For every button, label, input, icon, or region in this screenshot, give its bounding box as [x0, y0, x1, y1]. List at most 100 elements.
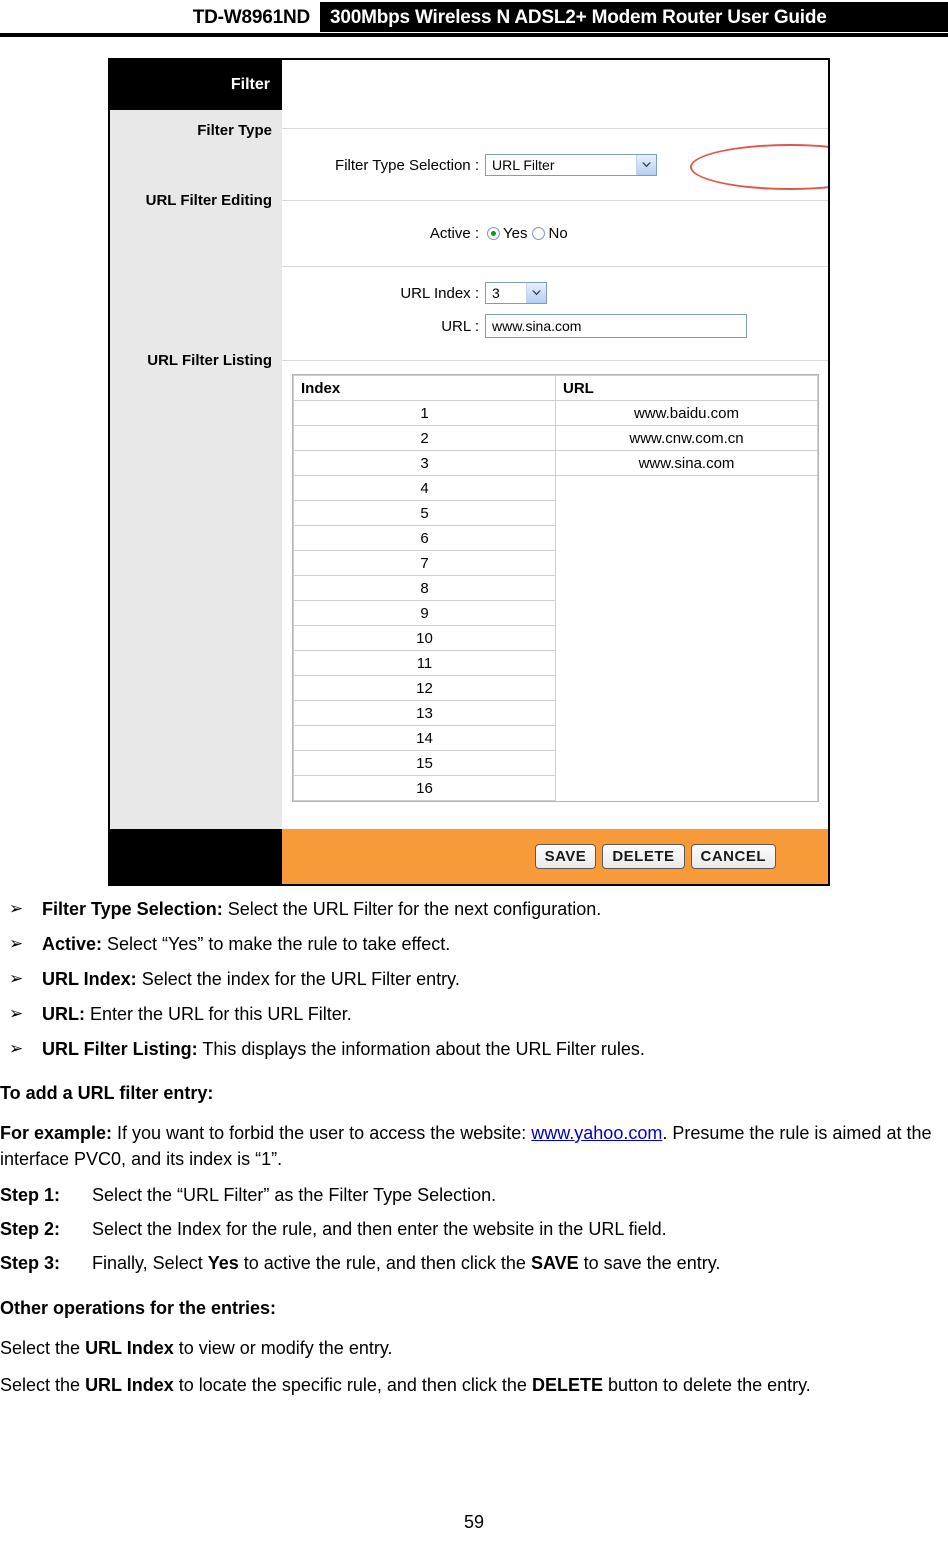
active-radio-yes[interactable]: Yes — [487, 225, 527, 242]
other-operation-delete: Select the URL Index to locate the speci… — [0, 1372, 948, 1398]
footer-left-block — [110, 829, 282, 884]
url-index-label: URL Index : — [400, 284, 479, 302]
filter-type-label: Filter Type Selection : — [335, 156, 479, 174]
cell-index: 12 — [293, 675, 556, 701]
arrow-bullet-icon: ➢ — [9, 899, 24, 918]
step-3-text-pre: Finally, Select — [92, 1253, 208, 1273]
router-ui-sidebar: Filter Filter Type URL Filter Editing UR… — [110, 60, 282, 829]
step-3-bold-yes: Yes — [207, 1253, 239, 1273]
router-web-ui-screenshot: Filter Filter Type URL Filter Editing UR… — [108, 58, 830, 886]
active-row: Active : Yes No — [282, 225, 828, 242]
step-2: Step 2: Select the Index for the rule, an… — [0, 1217, 948, 1241]
divider-line — [282, 360, 828, 361]
bullet-filter-type-selection: ➢ Filter Type Selection: Select the URL … — [0, 898, 948, 920]
other-op-2-bold-delete: DELETE — [531, 1375, 603, 1395]
divider-line — [282, 128, 828, 129]
other-op-1-bold: URL Index — [85, 1338, 174, 1358]
router-ui-footer: SAVE DELETE CANCEL — [110, 829, 828, 884]
url-row: URL : www.sina.com — [282, 314, 828, 338]
cell-index: 3 — [293, 450, 556, 476]
active-radio-group[interactable]: Yes No — [487, 225, 568, 242]
chevron-down-icon[interactable] — [636, 155, 656, 175]
bullet-term: Active: — [42, 934, 103, 954]
step-1-text: Select the “URL Filter” as the Filter Ty… — [92, 1185, 497, 1205]
section-label-url-filter-editing: URL Filter Editing — [145, 192, 272, 209]
cell-index: 5 — [293, 500, 556, 526]
chevron-down-icon[interactable] — [526, 283, 546, 303]
cell-index: 8 — [293, 575, 556, 601]
url-index-select-value: 3 — [492, 285, 500, 301]
url-index-select[interactable]: 3 — [485, 282, 547, 304]
url-input[interactable]: www.sina.com — [485, 314, 747, 338]
document-body-text: ➢ Filter Type Selection: Select the URL … — [0, 898, 948, 1409]
cell-index: 13 — [293, 700, 556, 726]
other-op-2-tail: button to delete the entry. — [602, 1375, 811, 1395]
cancel-button[interactable]: CANCEL — [690, 844, 776, 869]
bullet-text: Select “Yes” to make the rule to take ef… — [102, 934, 451, 954]
paragraph-for-example: For example: If you want to forbid the u… — [0, 1120, 948, 1172]
url-filter-listing-table: Index URL 1 www.baidu.com 2 www.cnw.com.… — [292, 374, 819, 802]
other-op-1-pre: Select the — [0, 1338, 86, 1358]
header-model-name: TD-W8961ND — [192, 7, 311, 28]
bullet-text: Enter the URL for this URL Filter. — [85, 1004, 352, 1024]
for-example-term: For example: — [0, 1123, 113, 1143]
header-guide-title: 300Mbps Wireless N ADSL2+ Modem Router U… — [330, 7, 827, 28]
filter-type-select-value: URL Filter — [492, 157, 555, 173]
cell-index: 16 — [293, 775, 556, 801]
section-label-url-filter-listing: URL Filter Listing — [147, 352, 272, 369]
step-3-text-mid: to active the rule, and then click the — [238, 1253, 531, 1273]
active-label: Active : — [429, 225, 479, 242]
arrow-bullet-icon: ➢ — [9, 1039, 24, 1058]
active-radio-no[interactable]: No — [532, 225, 568, 242]
filter-type-row: Filter Type Selection : URL Filter — [282, 154, 828, 176]
bullet-term: URL Filter Listing: — [42, 1039, 198, 1059]
cell-index: 15 — [293, 750, 556, 776]
bullet-url-filter-listing: ➢ URL Filter Listing: This displays the … — [0, 1038, 948, 1060]
radio-selected-icon[interactable] — [487, 227, 500, 240]
filter-type-select[interactable]: URL Filter — [485, 154, 657, 176]
footer-action-bar: SAVE DELETE CANCEL — [282, 829, 828, 884]
arrow-bullet-icon: ➢ — [9, 1004, 24, 1023]
bullet-term: URL: — [42, 1004, 85, 1024]
step-3: Step 3: Finally, Select Yes to active the… — [0, 1251, 948, 1275]
other-op-1-post: to view or modify the entry. — [173, 1338, 393, 1358]
page-number: 59 — [463, 1512, 485, 1532]
step-1-label: Step 1: — [0, 1185, 61, 1205]
cell-index: 4 — [293, 475, 556, 501]
panel-title-filter: Filter — [110, 60, 282, 110]
cell-url: www.sina.com — [555, 450, 818, 476]
column-header-index: Index — [293, 375, 556, 401]
delete-button[interactable]: DELETE — [602, 844, 685, 869]
table-row[interactable]: 4 — [293, 475, 818, 801]
bullet-url-index: ➢ URL Index: Select the index for the UR… — [0, 968, 948, 990]
cell-index: 14 — [293, 725, 556, 751]
url-filter-listing-body: 1 www.baidu.com 2 www.cnw.com.cn 3 www.s… — [293, 400, 818, 801]
step-3-bold-save: SAVE — [530, 1253, 579, 1273]
cell-index: 2 — [293, 425, 556, 451]
bullet-text: This displays the information about the … — [197, 1039, 645, 1059]
step-2-text: Select the Index for the rule, and then … — [92, 1219, 667, 1239]
other-op-2-pre: Select the — [0, 1375, 86, 1395]
header-underline — [0, 33, 948, 37]
divider-line — [282, 266, 828, 267]
other-op-2-mid: to locate the specific rule, and then cl… — [173, 1375, 532, 1395]
arrow-bullet-icon: ➢ — [9, 934, 24, 953]
save-button[interactable]: SAVE — [534, 844, 597, 869]
cell-index: 9 — [293, 600, 556, 626]
step-1: Step 1: Select the “URL Filter” as the Fi… — [0, 1183, 948, 1207]
cell-index: 10 — [293, 625, 556, 651]
table-row[interactable]: 2 www.cnw.com.cn — [293, 425, 818, 451]
bullet-url: ➢ URL: Enter the URL for this URL Filter… — [0, 1003, 948, 1025]
table-row[interactable]: 3 www.sina.com — [293, 450, 818, 476]
table-row[interactable]: 1 www.baidu.com — [293, 400, 818, 426]
cell-index: 1 — [293, 400, 556, 426]
other-operation-view-modify: Select the URL Index to view or modify t… — [0, 1335, 948, 1361]
bullet-text: Select the index for the URL Filter entr… — [136, 969, 460, 989]
cell-url: www.baidu.com — [555, 400, 818, 426]
yahoo-link[interactable]: www.yahoo.com — [531, 1123, 662, 1143]
step-3-label: Step 3: — [0, 1253, 61, 1273]
heading-other-operations: Other operations for the entries: — [0, 1298, 277, 1318]
active-radio-no-label: No — [548, 225, 568, 242]
radio-unselected-icon[interactable] — [532, 227, 546, 240]
url-index-row: URL Index : 3 — [282, 282, 828, 304]
